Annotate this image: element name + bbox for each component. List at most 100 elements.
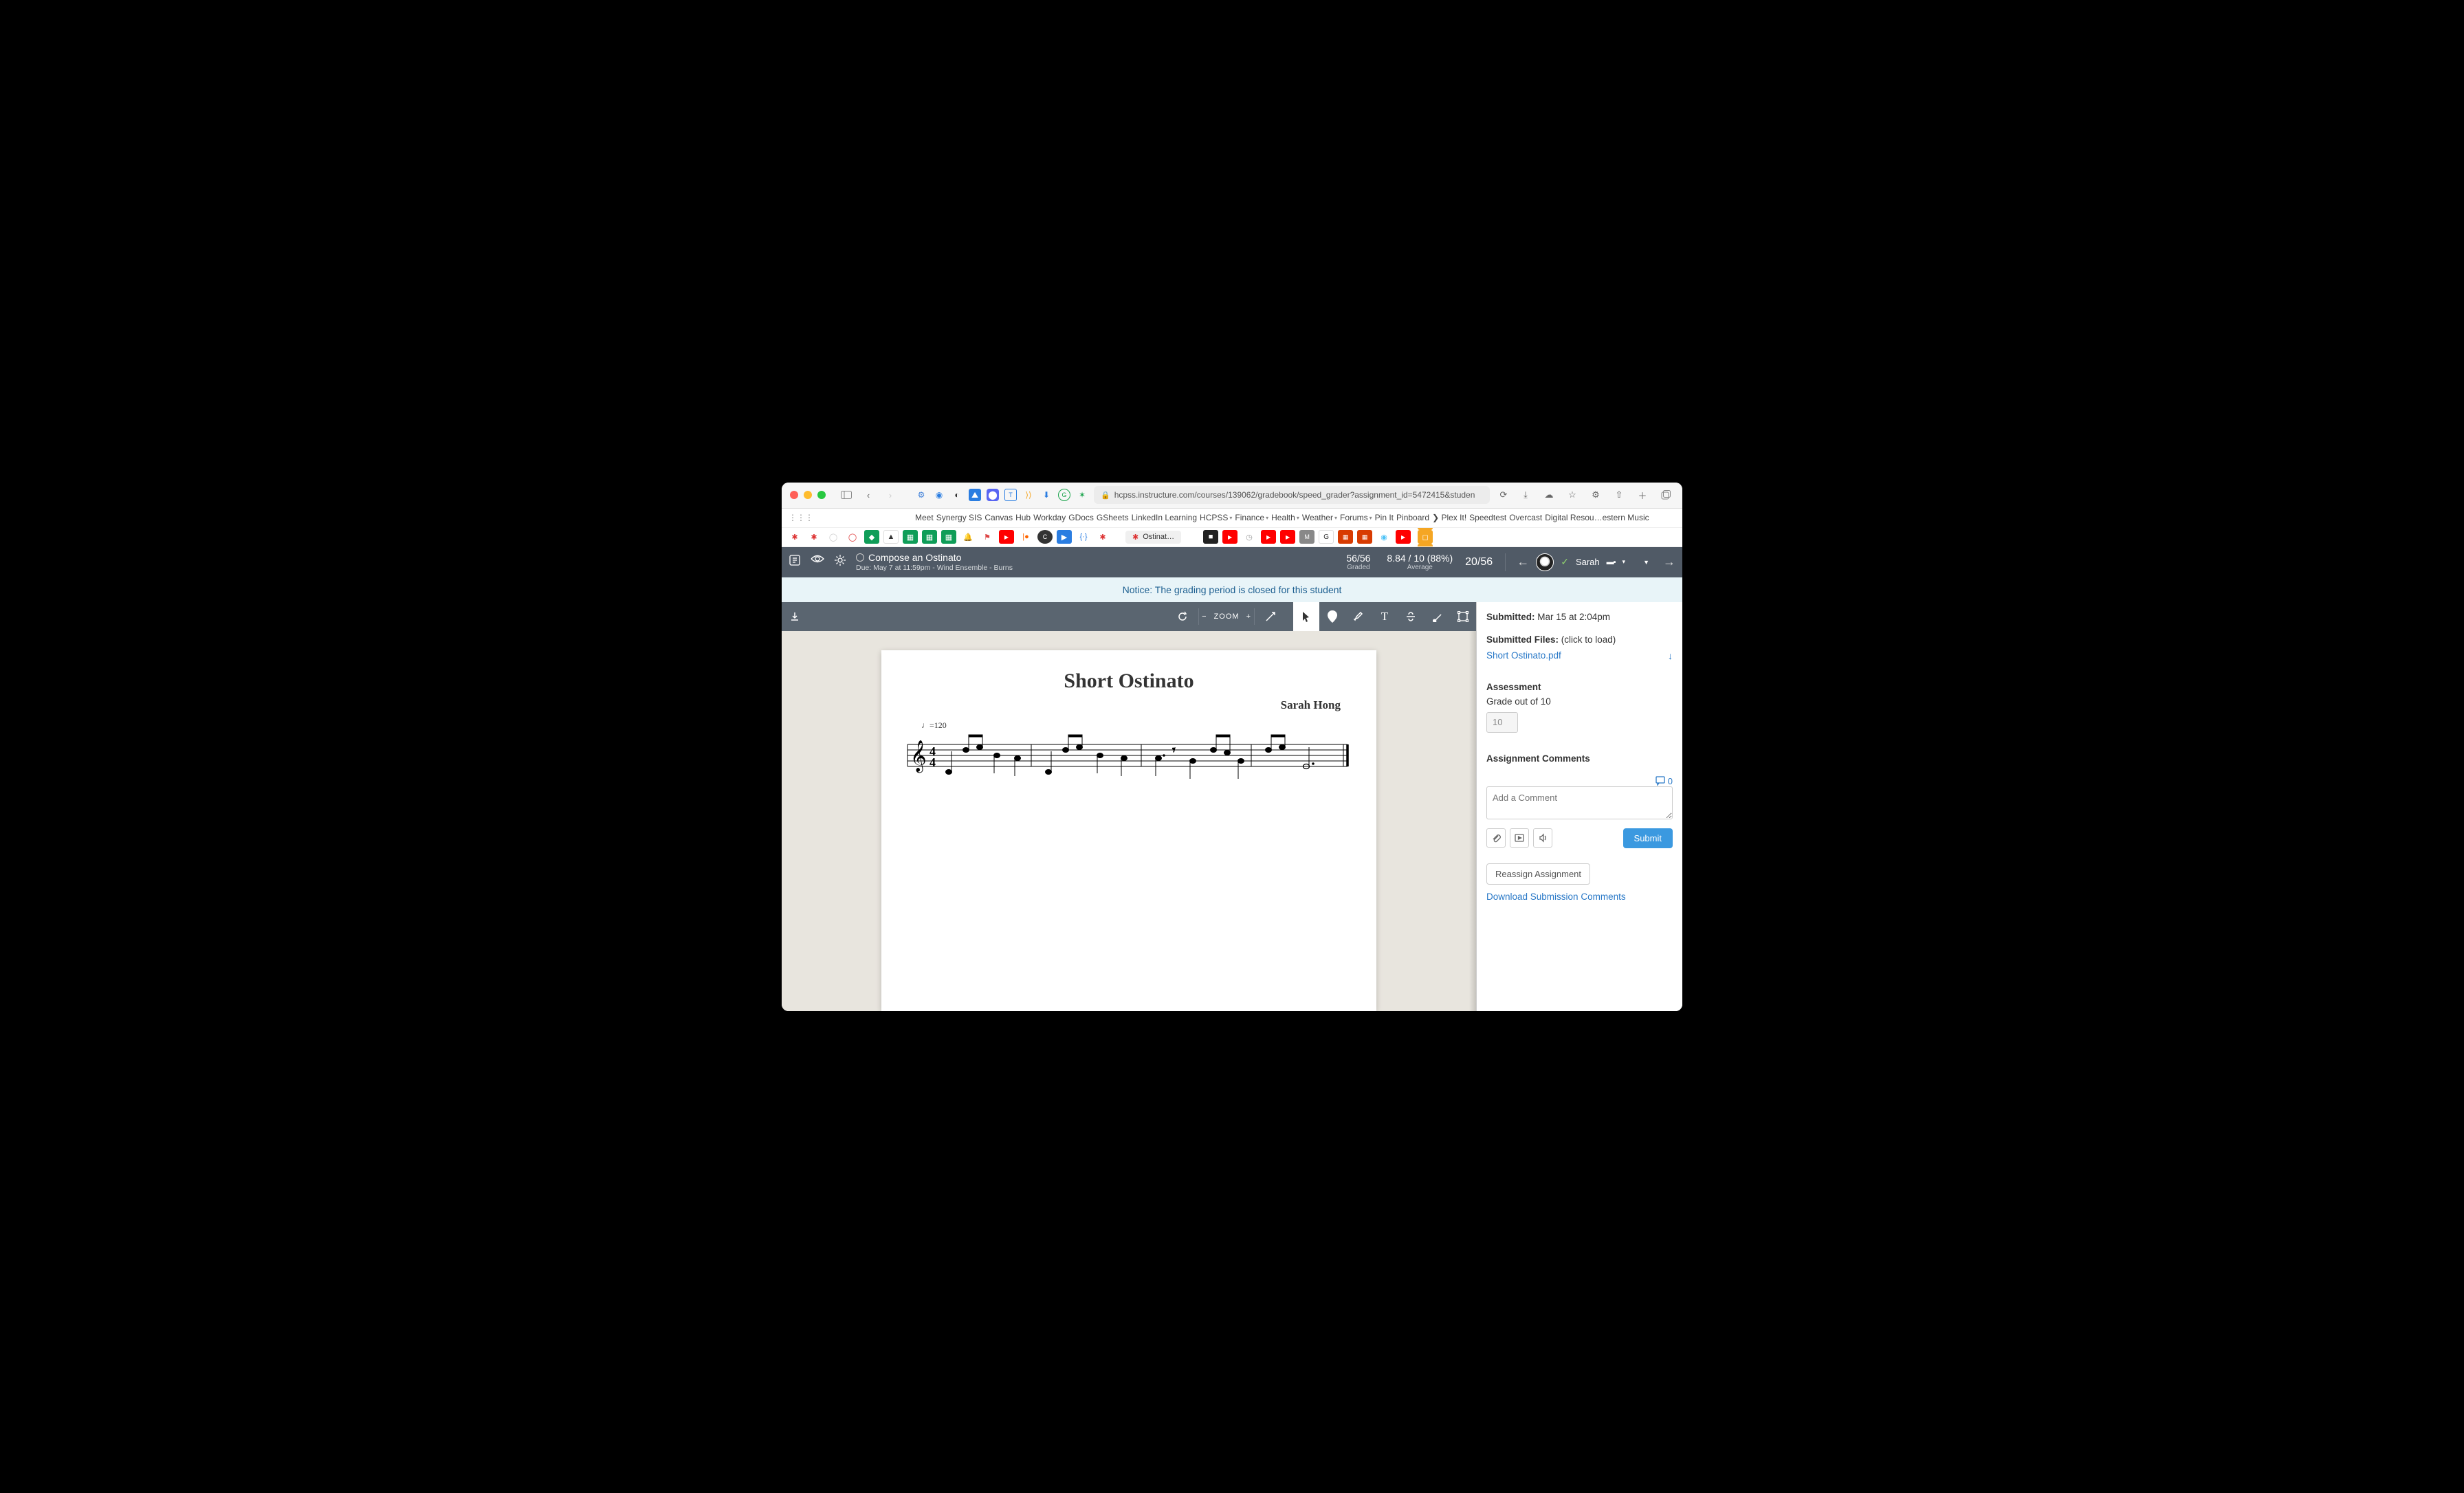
favicon[interactable]: ▦ xyxy=(903,530,918,544)
favicon[interactable]: ▶ xyxy=(999,530,1014,544)
tabs-overview-icon[interactable] xyxy=(1658,487,1674,503)
gradebook-icon[interactable] xyxy=(789,554,801,570)
bookmark-item[interactable]: Meet xyxy=(915,513,934,522)
point-annotation-tool[interactable] xyxy=(1319,602,1345,631)
visibility-icon[interactable] xyxy=(811,554,824,570)
highlight-tool[interactable] xyxy=(1345,602,1372,631)
favicon[interactable]: ▶ xyxy=(1057,530,1072,544)
new-tab-button[interactable]: ＋ xyxy=(1634,487,1651,503)
reload-button[interactable]: ⟳ xyxy=(1495,487,1512,503)
download-file-icon[interactable]: ↓ xyxy=(1668,650,1673,661)
extension-icon[interactable]: ⚙ xyxy=(915,489,927,501)
bookmark-item[interactable]: Speedtest xyxy=(1469,513,1506,522)
attach-file-button[interactable] xyxy=(1486,828,1506,848)
settings-gear-icon[interactable] xyxy=(834,554,846,570)
favicon[interactable]: |● xyxy=(1018,530,1033,544)
favicon[interactable]: ▦ xyxy=(941,530,956,544)
next-student-button[interactable]: → xyxy=(1663,555,1675,569)
active-tab[interactable]: ✱ Ostinat… xyxy=(1125,531,1181,544)
extension-icon[interactable]: ⛰ xyxy=(969,489,981,501)
favicon[interactable]: ■ xyxy=(1203,530,1218,544)
extension-icon[interactable]: ⬇ xyxy=(1040,489,1053,501)
bookmark-item[interactable]: Hub xyxy=(1015,513,1031,522)
favicon[interactable]: G xyxy=(1319,530,1334,544)
favicon[interactable]: ▦ xyxy=(922,530,937,544)
favicon[interactable]: ◯ xyxy=(826,530,841,544)
favicon[interactable]: ▶ xyxy=(1280,530,1295,544)
bookmark-star-icon[interactable]: ☆ xyxy=(1564,487,1581,503)
student-name[interactable]: Sarah xyxy=(1576,557,1600,567)
favicon[interactable]: ▶ xyxy=(1261,530,1276,544)
favicon[interactable]: {·} xyxy=(1076,530,1091,544)
bookmark-item[interactable]: GDocs xyxy=(1068,513,1094,522)
bookmark-item[interactable]: HCPSS ▾ xyxy=(1200,513,1232,522)
favicon[interactable]: ✱ xyxy=(787,530,802,544)
bookmark-item[interactable]: Pinboard xyxy=(1396,513,1429,522)
bookmark-item[interactable]: GSheets xyxy=(1097,513,1129,522)
bookmark-item[interactable]: Workday xyxy=(1033,513,1066,522)
favicon[interactable]: ▶ xyxy=(1222,530,1238,544)
sidebar-toggle-icon[interactable] xyxy=(838,487,855,503)
url-bar[interactable]: 🔒 hcpss.instructure.com/courses/139062/g… xyxy=(1094,486,1490,504)
assignment-title[interactable]: Compose an Ostinato xyxy=(868,552,961,563)
extension-icon[interactable]: G xyxy=(1058,489,1070,501)
submit-comment-button[interactable]: Submit xyxy=(1623,828,1673,848)
zoom-in-button[interactable]: + xyxy=(1246,602,1251,631)
favicon[interactable]: ▶ xyxy=(1396,530,1411,544)
download-comments-link[interactable]: Download Submission Comments xyxy=(1486,892,1626,902)
bookmark-item[interactable]: Forums ▾ xyxy=(1340,513,1372,522)
favicon[interactable]: ▦ xyxy=(1338,530,1353,544)
favicon[interactable]: 🔔 xyxy=(960,530,976,544)
favicon[interactable]: M xyxy=(1299,530,1314,544)
minimize-window-button[interactable] xyxy=(804,491,812,499)
strikethrough-tool[interactable] xyxy=(1398,602,1424,631)
bookmark-item[interactable]: ❯ Plex It! xyxy=(1432,513,1466,522)
favicon[interactable]: ◉ xyxy=(1376,530,1392,544)
nav-forward-button[interactable]: › xyxy=(882,487,899,503)
settings-gear-icon[interactable]: ⚙ xyxy=(1587,487,1604,503)
favicon[interactable]: ◷ xyxy=(1242,530,1257,544)
area-tool[interactable] xyxy=(1450,602,1476,631)
maximize-window-button[interactable] xyxy=(817,491,826,499)
apps-grid-icon[interactable]: ⋮⋮⋮ xyxy=(789,513,813,522)
favicon[interactable]: ▦ xyxy=(1357,530,1372,544)
comment-count[interactable]: 0 xyxy=(1486,776,1673,786)
favicon[interactable]: ◻ xyxy=(1418,530,1433,544)
doc-scroll[interactable]: Short Ostinato Sarah Hong ♩=120 xyxy=(782,631,1476,1011)
download-icon[interactable] xyxy=(782,602,808,631)
extension-icon[interactable]: ⬤ xyxy=(987,489,999,501)
favicon[interactable]: ◆ xyxy=(864,530,879,544)
student-dropdown-icon[interactable]: ▾ xyxy=(1622,558,1626,566)
prev-student-button[interactable]: ← xyxy=(1517,555,1529,569)
bookmark-item[interactable]: LinkedIn Learning xyxy=(1132,513,1197,522)
grade-input[interactable] xyxy=(1486,712,1518,733)
student-avatar[interactable] xyxy=(1536,553,1554,571)
bookmark-item[interactable]: Canvas xyxy=(984,513,1013,522)
bookmark-item[interactable]: Finance ▾ xyxy=(1235,513,1268,522)
extension-icon[interactable]: ✶ xyxy=(1076,489,1088,501)
draw-tool[interactable] xyxy=(1424,602,1450,631)
pointer-tool[interactable] xyxy=(1293,602,1319,631)
bookmark-item[interactable]: Digital Resou…estern Music xyxy=(1545,513,1649,522)
extension-icon[interactable]: ⟩⟩ xyxy=(1022,489,1035,501)
cloud-icon[interactable]: ☁ xyxy=(1541,487,1557,503)
bookmark-item[interactable]: Overcast xyxy=(1509,513,1542,522)
share-icon[interactable]: ⇧ xyxy=(1611,487,1627,503)
bookmark-item[interactable]: Pin It xyxy=(1375,513,1394,522)
text-tool[interactable]: T xyxy=(1372,602,1398,631)
sort-dropdown-icon[interactable]: ▼ xyxy=(1643,559,1649,566)
extension-icon[interactable]: ◉ xyxy=(933,489,945,501)
favicon[interactable]: ▲ xyxy=(883,530,899,544)
bookmark-item[interactable]: Health ▾ xyxy=(1271,513,1299,522)
nav-back-button[interactable]: ‹ xyxy=(860,487,877,503)
bookmark-item[interactable]: Synergy SIS xyxy=(936,513,982,522)
favicon[interactable]: C xyxy=(1037,530,1053,544)
favicon[interactable]: ⚑ xyxy=(980,530,995,544)
favicon[interactable]: ◯ xyxy=(845,530,860,544)
favicon[interactable]: ✱ xyxy=(806,530,822,544)
media-comment-button[interactable] xyxy=(1510,828,1529,848)
reassign-button[interactable]: Reassign Assignment xyxy=(1486,863,1590,885)
extension-icon[interactable]: T xyxy=(1004,489,1017,501)
zoom-out-button[interactable]: − xyxy=(1202,602,1207,631)
extension-icon[interactable]: ◐ xyxy=(951,489,963,501)
